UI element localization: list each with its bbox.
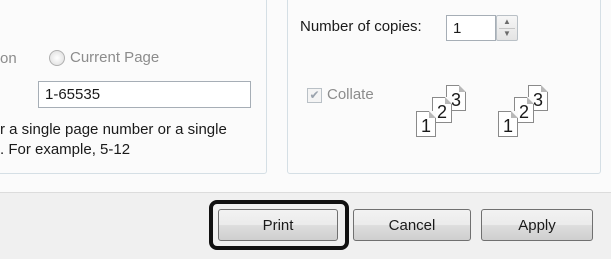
cancel-button[interactable]: Cancel xyxy=(353,209,471,241)
page-range-partial-option-label: on xyxy=(0,50,17,67)
collate-checkbox[interactable]: ✔ xyxy=(307,88,322,103)
collate-label: Collate xyxy=(327,86,374,103)
apply-button[interactable]: Apply xyxy=(481,209,593,241)
print-button[interactable]: Print xyxy=(218,209,338,241)
stack2-page-1: 1 xyxy=(498,111,518,137)
spin-down-icon[interactable]: ▼ xyxy=(497,28,517,40)
pages-input[interactable] xyxy=(38,81,251,108)
number-of-copies-input[interactable] xyxy=(446,15,496,41)
current-page-label: Current Page xyxy=(70,49,160,66)
page-range-hint-line1: r a single page number or a single xyxy=(0,121,227,138)
spin-up-icon[interactable]: ▲ xyxy=(497,16,517,28)
collate-pages-stack-1-icon: 3 2 1 xyxy=(410,85,480,141)
print-dialog-content: on Current Page r a single page number o… xyxy=(0,0,611,192)
page-range-hint-line2: . For example, 5-12 xyxy=(0,141,131,158)
stack1-page-1: 1 xyxy=(416,111,436,137)
current-page-radio[interactable] xyxy=(49,50,65,66)
collate-pages-stack-2-icon: 3 2 1 xyxy=(492,85,562,141)
copies-spinner[interactable]: ▲ ▼ xyxy=(496,15,518,41)
number-of-copies-label: Number of copies: xyxy=(300,18,422,35)
